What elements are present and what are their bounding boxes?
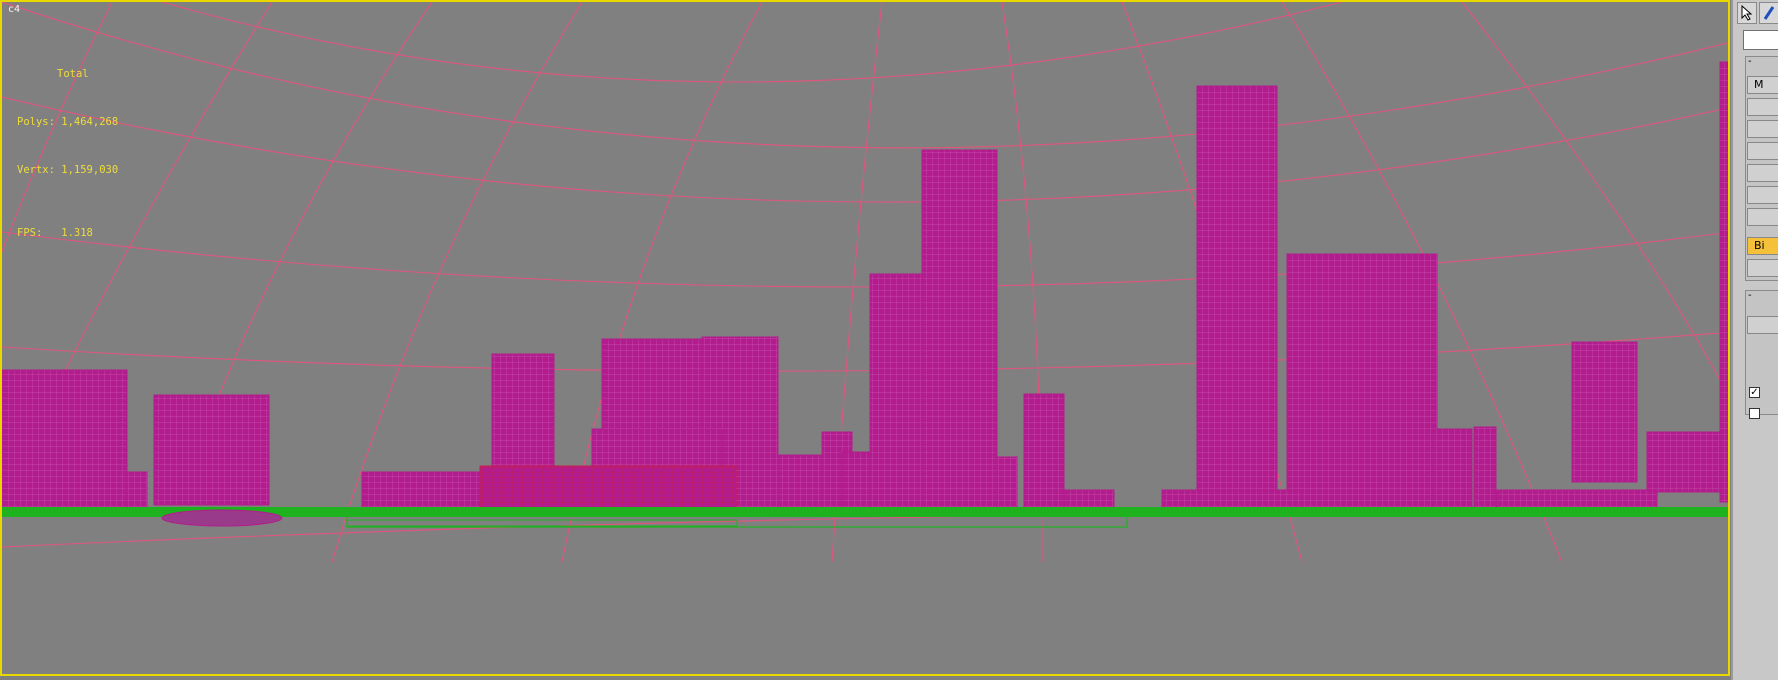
building-mesh (1286, 253, 1438, 508)
checkbox-2[interactable] (1749, 408, 1760, 419)
building-mesh (1063, 489, 1115, 508)
panel-button-4[interactable] (1747, 142, 1778, 160)
perspective-viewport[interactable]: c4 Total Polys: 1,464,268 Vertx: 1,159,0… (0, 0, 1730, 676)
fps-row: FPS: 1.318 (17, 225, 118, 241)
panel-button-10[interactable] (1747, 316, 1778, 334)
building-mesh (841, 451, 873, 508)
building-mesh (996, 456, 1018, 508)
scene-canvas[interactable] (2, 2, 1730, 676)
building-mesh (1571, 341, 1638, 483)
panel-button-2[interactable] (1747, 98, 1778, 116)
building-mesh (1431, 428, 1473, 508)
rollout-1-toggle[interactable]: - (1748, 56, 1752, 67)
panel-button-6[interactable] (1747, 186, 1778, 204)
building-mesh (1196, 85, 1278, 508)
viewport-background (2, 2, 1728, 674)
building-mesh (1646, 431, 1728, 493)
rollout-2-toggle[interactable]: - (1748, 290, 1752, 301)
building-mesh (1719, 61, 1728, 503)
stats-header: Total (57, 68, 89, 80)
polys-label: Polys: (17, 116, 55, 128)
panel-button-highlighted[interactable]: Bi (1747, 237, 1778, 255)
statistics-overlay: Total Polys: 1,464,268 Vertx: 1,159,030 … (17, 34, 118, 273)
building-mesh (1496, 489, 1658, 508)
pond-mesh (161, 509, 283, 527)
building-mesh (921, 149, 998, 508)
verts-label: Vertx: (17, 164, 55, 176)
building-mesh (1023, 393, 1065, 508)
selected-building-mesh (479, 465, 737, 509)
fps-value: 1.318 (61, 227, 93, 239)
building-mesh (869, 273, 926, 508)
polys-row: Polys: 1,464,268 (17, 114, 118, 130)
polys-value: 1,464,268 (61, 116, 119, 128)
modify-icon (1763, 6, 1775, 20)
verts-row: Vertx: 1,159,030 (17, 162, 118, 178)
select-cursor-icon (1741, 5, 1753, 21)
viewport-label[interactable]: c4 (8, 4, 20, 15)
building-mesh (2, 369, 128, 508)
building-mesh (1473, 426, 1497, 508)
modify-tool-button[interactable] (1759, 2, 1778, 24)
panel-button-3[interactable] (1747, 120, 1778, 138)
panel-button-1[interactable]: M (1747, 76, 1778, 94)
fps-label: FPS: (17, 227, 43, 239)
select-tool-button[interactable] (1737, 2, 1757, 24)
object-name-field[interactable] (1743, 30, 1778, 50)
checkbox-1[interactable]: ✓ (1749, 387, 1760, 398)
panel-button-5[interactable] (1747, 164, 1778, 182)
panel-button-7[interactable] (1747, 208, 1778, 226)
building-mesh (1161, 489, 1303, 508)
building-mesh (126, 471, 148, 508)
building-mesh (361, 471, 483, 508)
verts-value: 1,159,030 (61, 164, 119, 176)
building-mesh (153, 394, 270, 506)
panel-button-9[interactable] (1747, 259, 1778, 277)
command-panel: - M Bi - ✓ (1731, 0, 1778, 680)
